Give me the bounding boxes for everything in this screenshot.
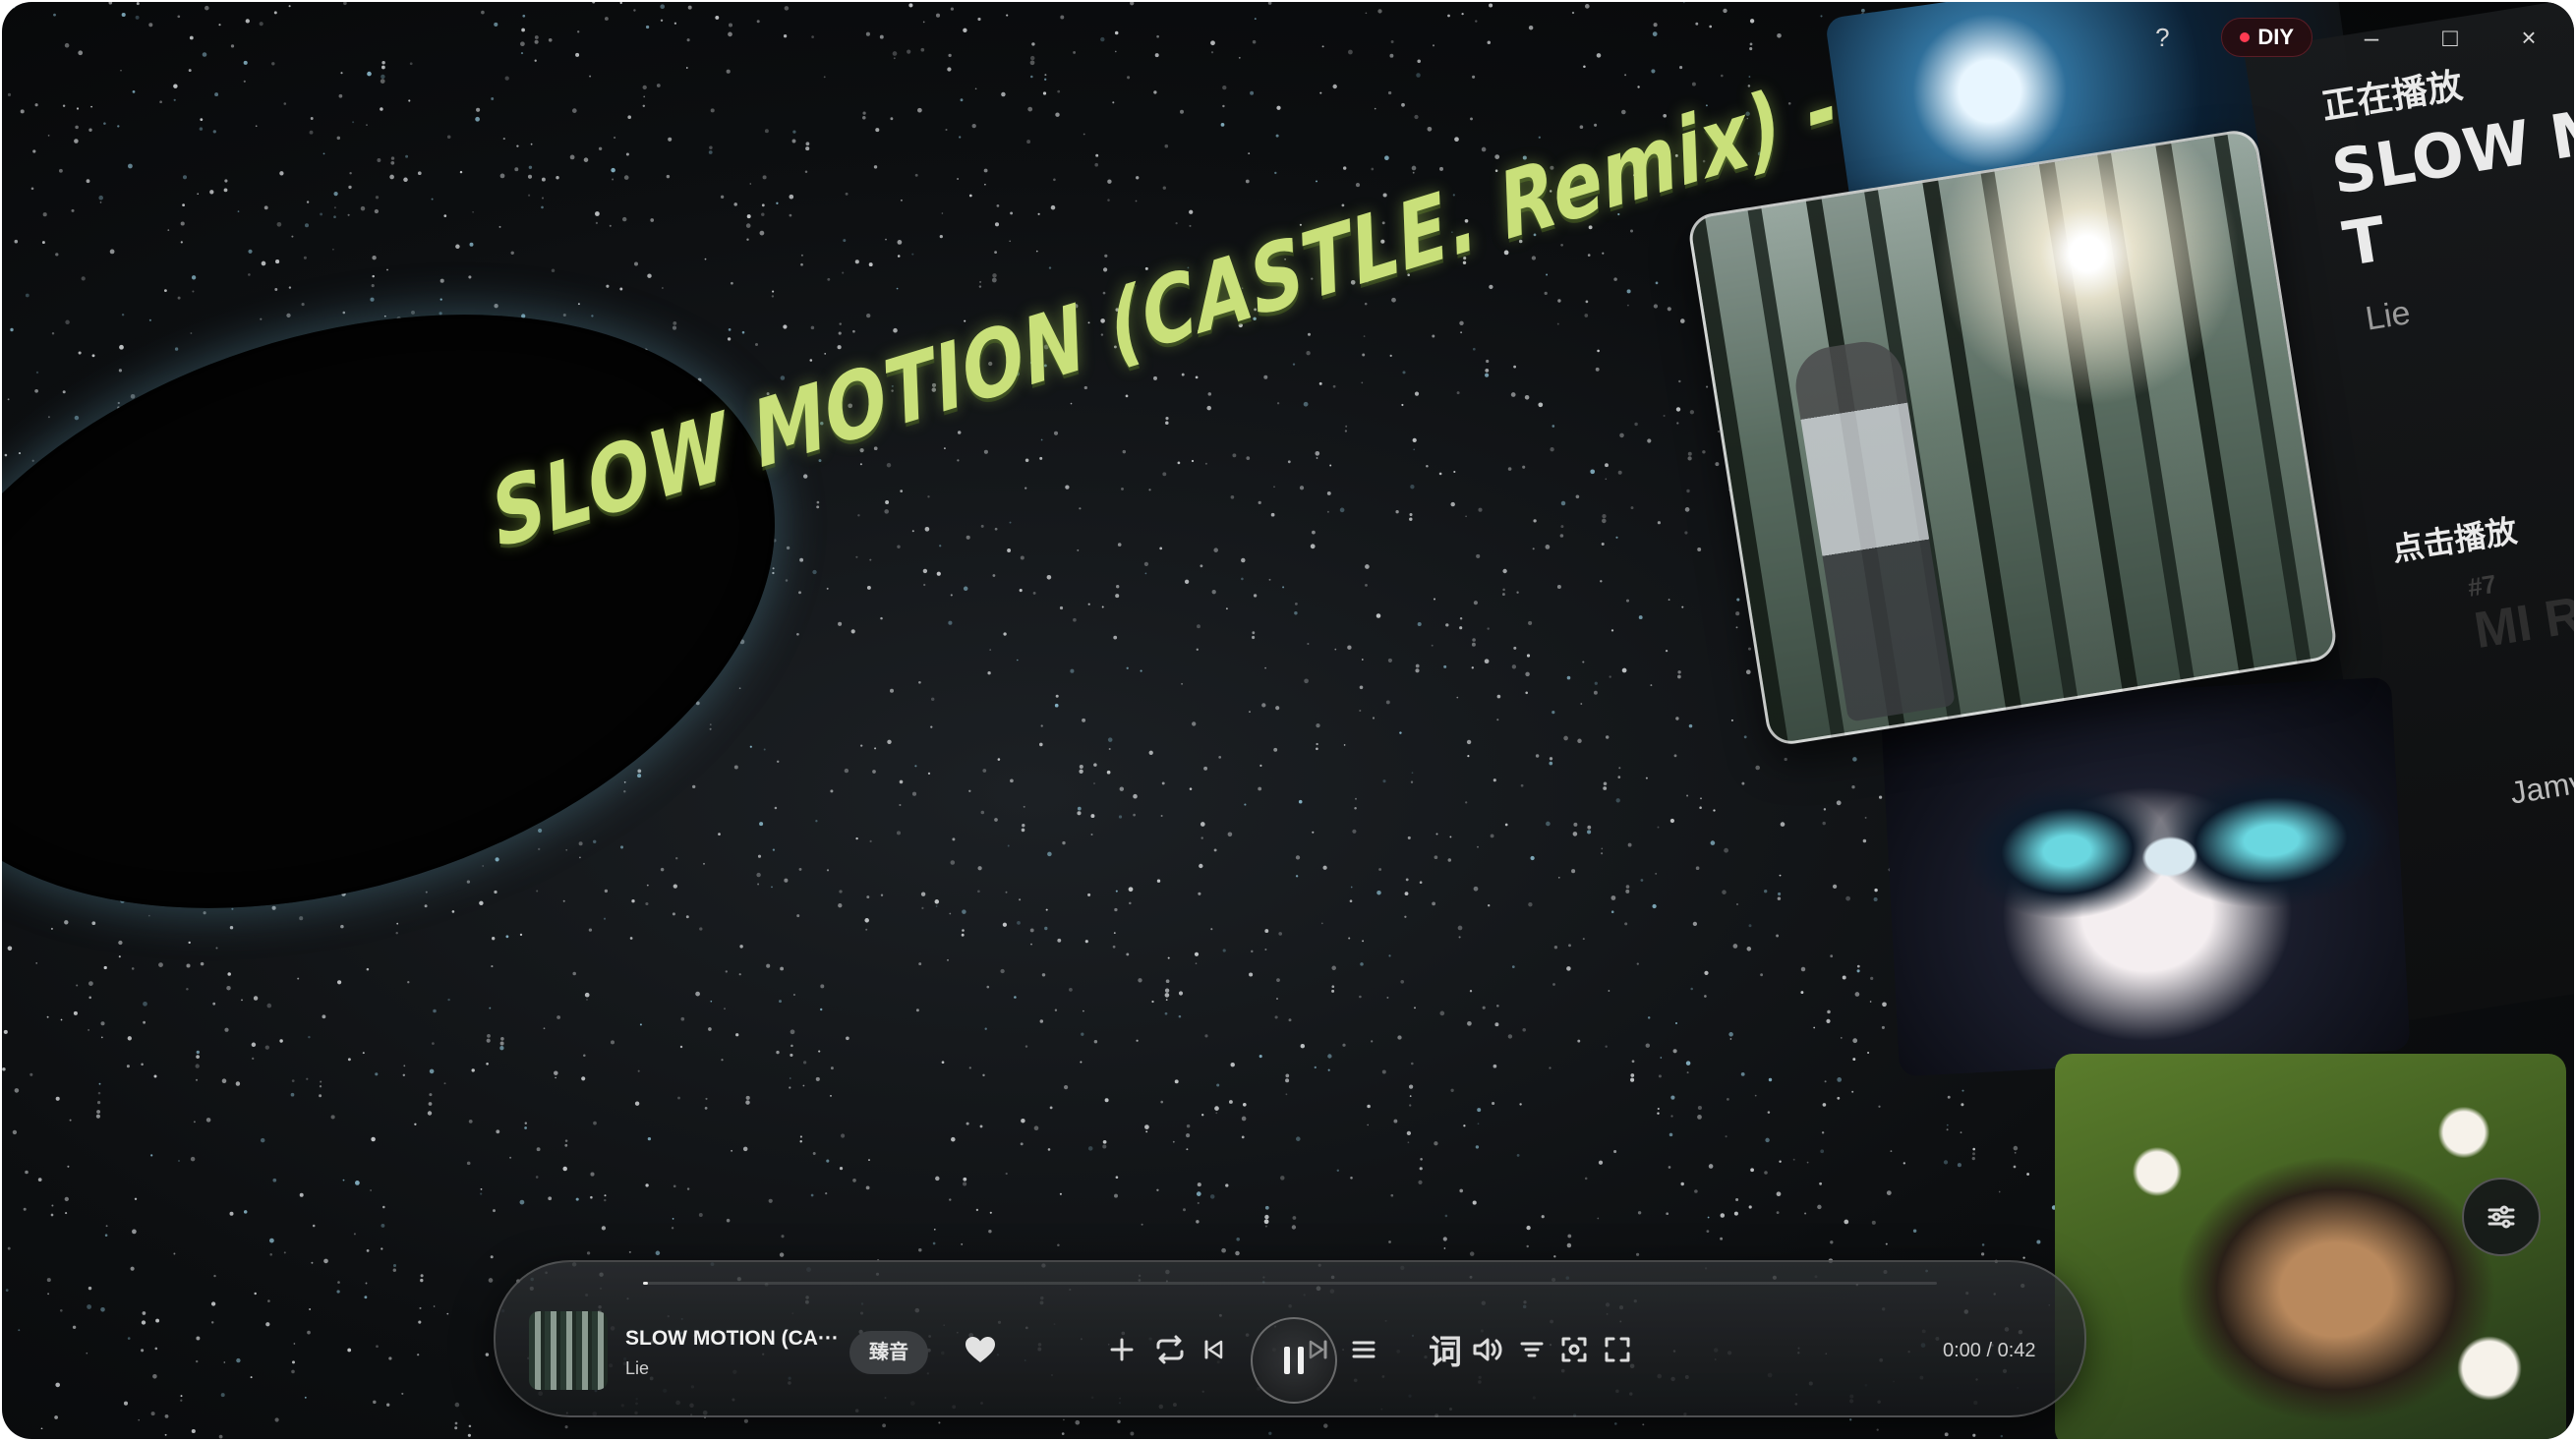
lyrics-button[interactable]: 词 <box>1429 1336 1462 1369</box>
minimize-button[interactable]: – <box>2352 23 2391 53</box>
diy-button[interactable]: DIY <box>2221 18 2313 57</box>
player-window: SLOW MOTION (CASTLE. Remix) - Lie 正在播放 S… <box>2 2 2574 1439</box>
like-button[interactable] <box>964 1335 997 1370</box>
time-separator: / <box>1986 1340 1993 1361</box>
now-playing-artist: Lie <box>2363 294 2414 338</box>
plus-icon <box>1110 1338 1134 1361</box>
previous-icon <box>1204 1340 1223 1359</box>
window-controls: ? DIY – □ × <box>2142 12 2548 63</box>
play-pause-button[interactable] <box>1251 1317 1337 1404</box>
diy-label: DIY <box>2257 25 2294 49</box>
total-time: 0:42 <box>1997 1340 2036 1361</box>
time-display: 0:00 / 0:42 <box>1943 1340 2036 1362</box>
album-cover-thumbnail[interactable] <box>529 1311 608 1390</box>
equalizer-icon <box>2488 1205 2515 1229</box>
fullscreen-icon <box>1605 1337 1630 1362</box>
album-art-figure <box>1789 336 1956 722</box>
album-card-7[interactable] <box>1880 676 2411 1077</box>
heart-icon <box>966 1337 995 1362</box>
queue-item-7-artist: Jamvana <box>2507 755 2574 811</box>
previous-button[interactable] <box>1201 1338 1225 1367</box>
volume-icon <box>1473 1338 1502 1361</box>
lyrics-icon: 词 <box>1429 1334 1462 1371</box>
song-title[interactable]: SLOW MOTION (CA··· <box>625 1327 839 1351</box>
sound-quality-button[interactable]: 臻音 <box>849 1331 928 1374</box>
playlist-icon <box>1352 1341 1376 1358</box>
screenshot-icon <box>1561 1337 1587 1362</box>
help-button[interactable]: ? <box>2142 23 2182 53</box>
song-artist[interactable]: Lie <box>625 1358 649 1379</box>
sound-effect-button[interactable] <box>1519 1338 1545 1367</box>
add-to-playlist-button[interactable] <box>1109 1337 1135 1368</box>
album-card-current[interactable] <box>1685 127 2340 748</box>
playlist-button[interactable] <box>1351 1338 1376 1367</box>
click-to-play-button[interactable]: 点击播放 <box>2388 506 2520 570</box>
maximize-button[interactable]: □ <box>2430 23 2470 53</box>
fullscreen-button[interactable] <box>1604 1336 1631 1369</box>
repeat-icon <box>1156 1335 1184 1364</box>
progress-fill <box>643 1282 649 1285</box>
repeat-mode-button[interactable] <box>1154 1335 1186 1370</box>
volume-button[interactable] <box>1472 1336 1503 1369</box>
diy-dot-icon <box>2240 32 2251 42</box>
progress-bar[interactable] <box>643 1282 1937 1285</box>
sound-effect-icon <box>1520 1342 1544 1357</box>
current-time: 0:00 <box>1943 1340 1981 1361</box>
close-button[interactable]: × <box>2509 23 2548 53</box>
pause-icon <box>1284 1347 1304 1374</box>
equalizer-button[interactable] <box>2462 1178 2541 1256</box>
screenshot-button[interactable] <box>1560 1336 1588 1369</box>
